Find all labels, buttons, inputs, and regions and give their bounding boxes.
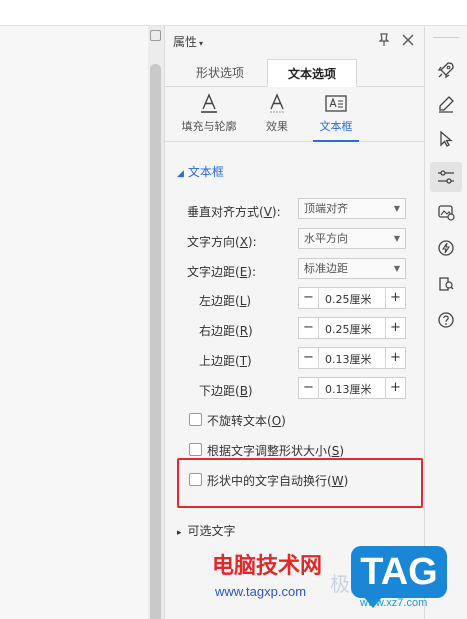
vertical-align-label: 垂直对齐方式(V):: [187, 205, 281, 219]
toolbar-divider: [433, 37, 459, 38]
watermark-url: www.tagxp.com: [215, 584, 307, 599]
wrap-text-label[interactable]: 形状中的文字自动换行(W): [207, 472, 348, 489]
increment-button[interactable]: +: [385, 378, 405, 398]
select-value: 水平方向: [304, 232, 348, 245]
text-margin-label: 文字边距(E):: [187, 265, 257, 279]
pin-panel-icon[interactable]: [375, 31, 393, 49]
bottom-margin-label: 下边距(B): [199, 384, 253, 398]
tab-shape-options[interactable]: 形状选项: [175, 59, 265, 87]
text-effect-icon: [270, 93, 284, 113]
watermark-tag-logo: TAG: [351, 546, 447, 608]
select-value: 标准边距: [304, 262, 348, 275]
vertical-align-select[interactable]: 顶端对齐 ▼: [298, 198, 406, 219]
section-title: 文本框: [187, 165, 224, 179]
subtab-fill-outline[interactable]: 填充与轮廓: [173, 88, 245, 142]
decrement-button[interactable]: −: [299, 348, 319, 368]
right-margin-stepper[interactable]: − 0.25厘米 +: [298, 317, 406, 339]
decrement-button[interactable]: −: [299, 378, 319, 398]
pin-icon[interactable]: [150, 30, 161, 41]
decrement-button[interactable]: −: [299, 288, 319, 308]
tab-text-options[interactable]: 文本选项: [267, 59, 357, 87]
panel-title: 属性: [173, 35, 198, 49]
subtab-label: 填充与轮廓: [181, 120, 237, 133]
book-search-icon[interactable]: [434, 272, 458, 296]
resize-shape-checkbox[interactable]: [189, 443, 202, 456]
help-icon[interactable]: [434, 308, 458, 332]
alt-text-label: 可选文字: [187, 524, 236, 538]
text-fill-icon: [201, 93, 217, 113]
top-margin-stepper[interactable]: − 0.13厘米 +: [298, 347, 406, 369]
textbox-icon: [325, 95, 347, 112]
top-bar: [0, 0, 467, 26]
watermark-url-2: www.xz7.com: [360, 597, 428, 609]
no-rotate-text-label[interactable]: 不旋转文本(O): [207, 412, 286, 429]
alt-text-section[interactable]: ▸ 可选文字: [177, 522, 236, 539]
image-tools-icon[interactable]: [434, 200, 458, 224]
document-area[interactable]: [0, 26, 148, 619]
dropdown-arrow-icon: ▼: [393, 264, 400, 273]
panel-header: 属性 ▾: [165, 26, 425, 56]
section-textbox-header[interactable]: ◢ 文本框: [177, 163, 224, 180]
decrement-button[interactable]: −: [299, 318, 319, 338]
smart-tools-icon[interactable]: [434, 236, 458, 260]
dropdown-arrow-icon: ▼: [393, 234, 400, 243]
edit-pen-icon[interactable]: [434, 92, 458, 116]
chevron-down-icon: ▾: [199, 39, 204, 48]
increment-button[interactable]: +: [385, 318, 405, 338]
properties-sliders-icon[interactable]: [430, 162, 462, 192]
scrollbar[interactable]: [150, 64, 161, 619]
stepper-value[interactable]: 0.13厘米: [325, 351, 372, 367]
stepper-value[interactable]: 0.13厘米: [325, 381, 372, 397]
text-direction-label: 文字方向(X):: [187, 235, 257, 249]
select-value: 顶端对齐: [304, 202, 348, 215]
right-toolbar: [424, 26, 467, 619]
text-subtabs: 填充与轮廓 效果 文本框: [165, 88, 425, 142]
expand-triangle-icon: ▸: [177, 528, 182, 538]
options-tabs: 形状选项 文本选项: [165, 59, 425, 87]
properties-panel: 属性 ▾ 形状选项 文本选项 填充与轮廓 效果 文本框 ◢ 文本框 垂直对齐方式(V…: [164, 26, 425, 619]
stepper-value[interactable]: 0.25厘米: [325, 291, 372, 307]
bottom-margin-stepper[interactable]: − 0.13厘米 +: [298, 377, 406, 399]
subtab-label: 效果: [266, 120, 288, 133]
select-cursor-icon[interactable]: [434, 127, 458, 151]
watermark-site-name: 电脑技术网: [212, 554, 323, 579]
subtab-textbox[interactable]: 文本框: [313, 88, 359, 142]
panel-title-dropdown[interactable]: 属性 ▾: [173, 33, 203, 50]
subtab-effects[interactable]: 效果: [257, 88, 297, 142]
subtab-label: 文本框: [319, 120, 353, 133]
wrap-text-checkbox[interactable]: [189, 473, 202, 486]
text-margin-select[interactable]: 标准边距 ▼: [298, 258, 406, 279]
text-direction-select[interactable]: 水平方向 ▼: [298, 228, 406, 249]
left-margin-label: 左边距(L): [199, 294, 252, 308]
rocket-icon[interactable]: [434, 58, 458, 82]
collapse-triangle-icon: ◢: [177, 169, 184, 179]
left-margin-stepper[interactable]: − 0.25厘米 +: [298, 287, 406, 309]
dropdown-arrow-icon: ▼: [393, 204, 400, 213]
increment-button[interactable]: +: [385, 348, 405, 368]
right-margin-label: 右边距(R): [199, 324, 253, 338]
panel-left-strip: [148, 26, 164, 619]
stepper-value[interactable]: 0.25厘米: [325, 321, 372, 337]
resize-shape-label[interactable]: 根据文字调整形状大小(S): [207, 442, 344, 459]
increment-button[interactable]: +: [385, 288, 405, 308]
no-rotate-text-checkbox[interactable]: [189, 413, 202, 426]
top-margin-label: 上边距(T): [199, 354, 252, 368]
close-icon[interactable]: [399, 31, 417, 49]
